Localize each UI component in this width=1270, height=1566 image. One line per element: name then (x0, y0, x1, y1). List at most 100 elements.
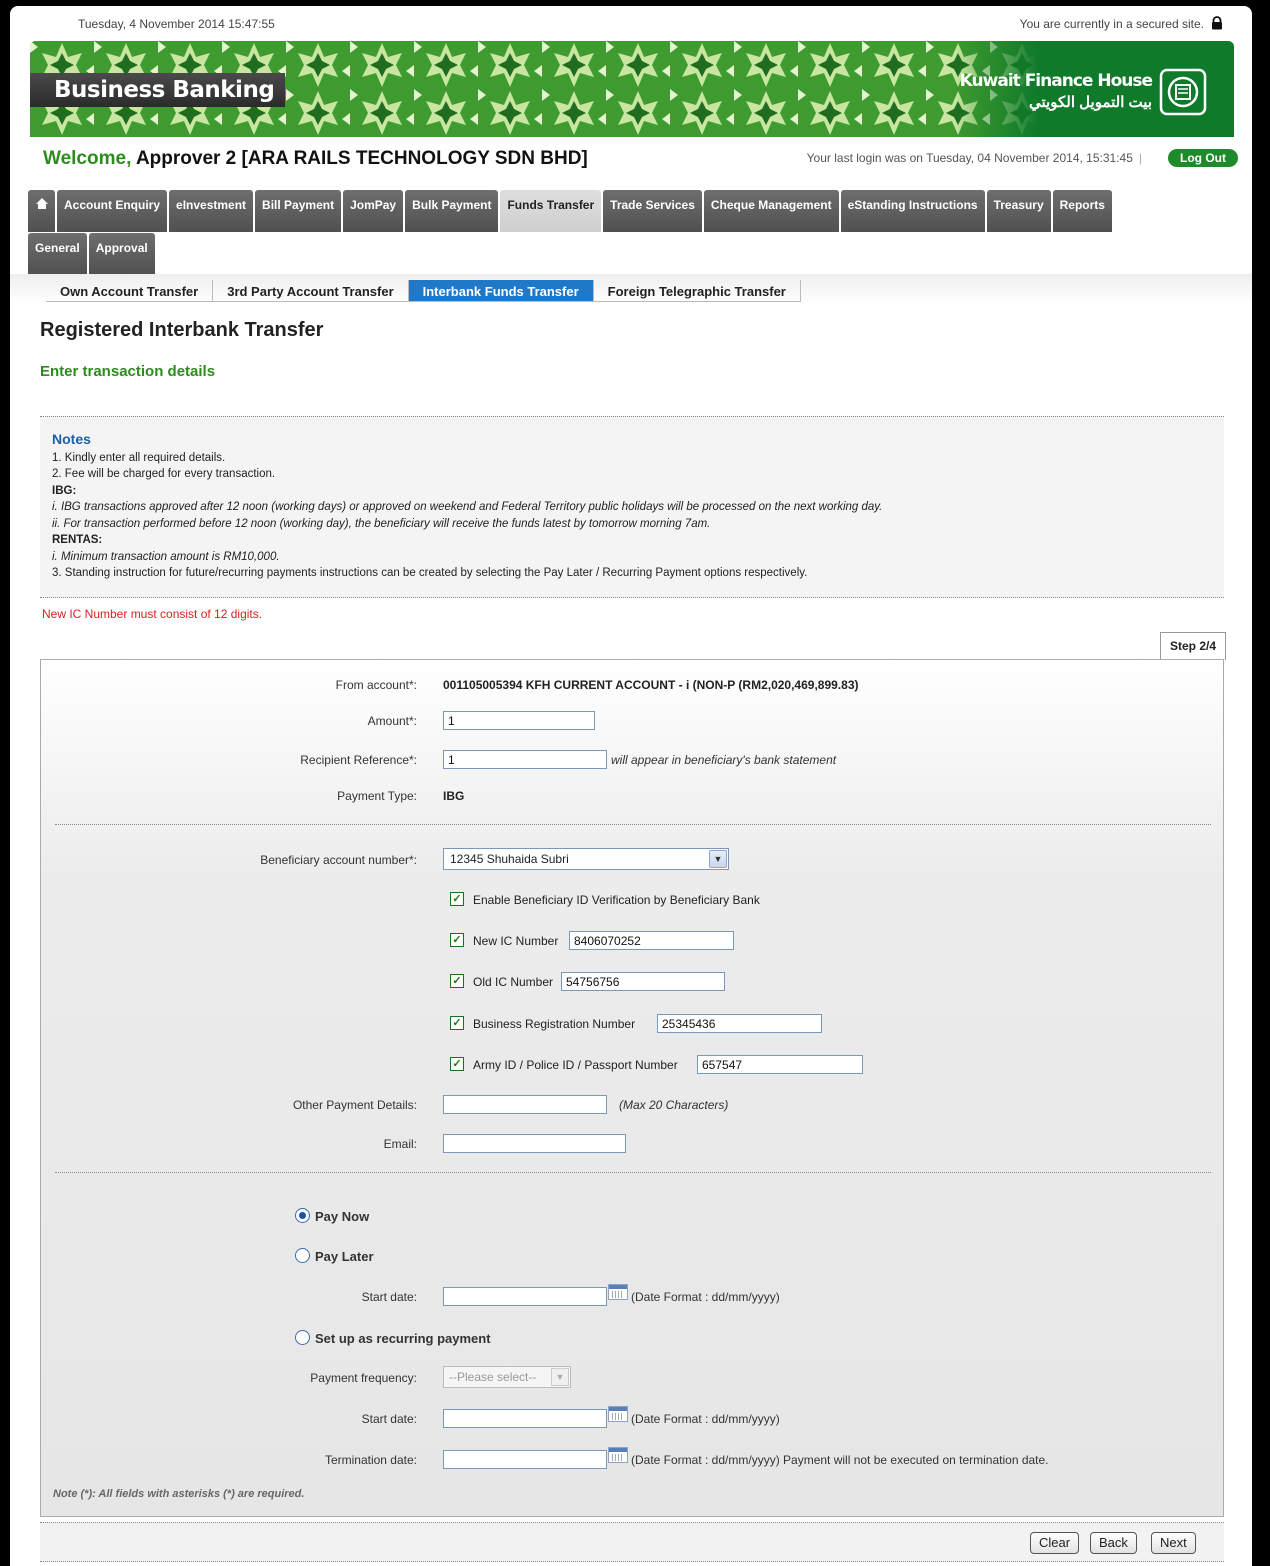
payment-type-value: IBG (443, 789, 465, 803)
error-message: New IC Number must consist of 12 digits. (42, 607, 263, 621)
lock-icon (1212, 16, 1222, 30)
other-details-label: Other Payment Details: (292, 1098, 417, 1112)
tab-jompay[interactable]: JomPay (343, 190, 404, 232)
pay-later-radio[interactable] (295, 1248, 310, 1263)
from-account-label: From account*: (335, 678, 417, 692)
clear-button[interactable]: Clear (1030, 1532, 1080, 1554)
recurring-payment-label: Set up as recurring payment (315, 1331, 491, 1346)
tab-treasury[interactable]: Treasury (986, 190, 1051, 232)
other-details-input[interactable] (443, 1095, 607, 1114)
kfh-emblem-icon (1159, 68, 1207, 116)
tab-reports[interactable]: Reports (1052, 190, 1112, 232)
transfer-form: From account*: 001105005394 KFH CURRENT … (40, 659, 1224, 1517)
subtab-foreign-telegraphic-transfer[interactable]: Foreign Telegraphic Transfer (594, 280, 801, 301)
calendar-icon[interactable] (608, 1406, 628, 1422)
new-ic-label: New IC Number (473, 934, 559, 948)
section-divider (55, 824, 1211, 825)
subtab-third-party-transfer[interactable]: 3rd Party Account Transfer (213, 280, 409, 301)
page: Tuesday, 4 November 2014 15:47:55 You ar… (10, 6, 1252, 1566)
notes-panel: Notes 1. Kindly enter all required detai… (40, 416, 1224, 598)
brn-checkbox[interactable]: ✓ (450, 1016, 464, 1030)
amount-input[interactable] (443, 711, 595, 730)
note-line-1: 1. Kindly enter all required details. (52, 451, 226, 464)
note-ibg-1: i. IBG transactions approved after 12 no… (52, 501, 883, 513)
tab-estanding-instructions[interactable]: eStanding Instructions (840, 190, 985, 232)
brn-input[interactable] (657, 1014, 822, 1033)
old-ic-label: Old IC Number (473, 975, 554, 989)
subtab-interbank-transfer[interactable]: Interbank Funds Transfer (408, 280, 594, 301)
chevron-down-icon: ▼ (709, 850, 727, 868)
tab-trade-services[interactable]: Trade Services (603, 190, 702, 232)
recurring-payment-radio[interactable] (295, 1330, 310, 1345)
beneficiary-account-select[interactable]: 12345 Shuhaida Subri ▼ (443, 848, 729, 870)
bank-name-ar: بيت التمويل الكويتي (1029, 94, 1152, 111)
start-date-input[interactable] (443, 1287, 607, 1306)
pay-now-radio[interactable] (295, 1208, 310, 1223)
payment-frequency-select[interactable]: --Please select-- ▼ (443, 1366, 571, 1388)
bank-name-en: Kuwait Finance House (959, 71, 1153, 91)
old-ic-input[interactable] (561, 972, 725, 991)
chevron-down-icon: ▼ (551, 1368, 569, 1386)
form-actions: Clear Back Next (40, 1522, 1224, 1562)
tab-cheque-management[interactable]: Cheque Management (703, 190, 839, 232)
email-input[interactable] (443, 1134, 626, 1153)
beneficiary-account-value: 12345 Shuhaida Subri (450, 852, 569, 866)
back-button[interactable]: Back (1090, 1532, 1137, 1554)
brn-label: Business Registration Number (473, 1017, 636, 1031)
tab-general[interactable]: General (28, 233, 87, 275)
pay-later-label: Pay Later (315, 1249, 374, 1264)
notes-heading: Notes (52, 431, 91, 447)
subtab-own-account-transfer[interactable]: Own Account Transfer (46, 280, 214, 301)
note-rentas-1: i. Minimum transaction amount is RM10,00… (52, 550, 280, 563)
user-name: Approver 2 [ARA RAILS TECHNOLOGY SDN BHD… (135, 148, 588, 169)
current-datetime: Tuesday, 4 November 2014 15:47:55 (78, 17, 275, 31)
termination-date-label: Termination date: (324, 1453, 417, 1467)
payment-type-label: Payment Type: (337, 789, 417, 803)
army-id-input[interactable] (697, 1055, 863, 1074)
tab-einvestment[interactable]: eInvestment (169, 190, 254, 232)
verify-beneficiary-checkbox[interactable]: ✓ (450, 892, 464, 906)
tab-approval[interactable]: Approval (88, 233, 155, 275)
note-rentas-heading: RENTAS: (52, 534, 103, 546)
payment-frequency-value: --Please select-- (449, 1370, 537, 1384)
new-ic-checkbox[interactable]: ✓ (450, 933, 464, 947)
new-ic-input[interactable] (569, 931, 734, 950)
date-format-hint: (Date Format : dd/mm/yyyy) (631, 1290, 780, 1304)
home-tab[interactable] (28, 190, 55, 232)
army-id-checkbox[interactable]: ✓ (450, 1057, 464, 1071)
recipient-reference-input[interactable] (443, 750, 607, 769)
old-ic-checkbox[interactable]: ✓ (450, 974, 464, 988)
from-account-value: 001105005394 KFH CURRENT ACCOUNT - i (NO… (443, 678, 859, 692)
note-ibg-heading: IBG: (52, 484, 77, 497)
sub-navigation: Own Account Transfer 3rd Party Account T… (46, 280, 801, 302)
nav-tab-row: Account Enquiry eInvestment Bill Payment… (28, 190, 1238, 232)
tab-account-enquiry[interactable]: Account Enquiry (57, 190, 168, 232)
termination-date-input[interactable] (443, 1450, 607, 1469)
nav-tab-row-2: General Approval (28, 233, 1238, 275)
logout-button[interactable]: Log Out (1168, 149, 1238, 167)
tab-funds-transfer[interactable]: Funds Transfer (500, 190, 602, 232)
note-line-2: 2. Fee will be charged for every transac… (52, 468, 276, 480)
pay-now-label: Pay Now (315, 1209, 370, 1224)
main-navigation: Account Enquiry eInvestment Bill Payment… (28, 190, 1238, 275)
tab-bulk-payment[interactable]: Bulk Payment (405, 190, 499, 232)
recipient-reference-label: Recipient Reference*: (300, 753, 417, 767)
recipient-reference-hint: will appear in beneficiary's bank statem… (611, 753, 837, 767)
other-details-hint: (Max 20 Characters) (619, 1098, 729, 1112)
date-format-hint-2: (Date Format : dd/mm/yyyy) (631, 1412, 780, 1426)
page-subtitle: Enter transaction details (40, 363, 216, 380)
home-icon (35, 198, 48, 209)
termination-date-hint: (Date Format : dd/mm/yyyy) Payment will … (631, 1453, 1049, 1467)
recurring-start-date-input[interactable] (443, 1409, 607, 1428)
tab-bill-payment[interactable]: Bill Payment (255, 190, 342, 232)
welcome-message: Welcome, Approver 2 [ARA RAILS TECHNOLOG… (43, 148, 588, 170)
next-button[interactable]: Next (1151, 1532, 1196, 1554)
note-line-3: 3. Standing instruction for future/recur… (52, 567, 808, 579)
calendar-icon[interactable] (608, 1284, 628, 1300)
secure-site-text: You are currently in a secured site. (1019, 17, 1204, 31)
last-login-text: Your last login was on Tuesday, 04 Novem… (806, 151, 1133, 165)
calendar-icon[interactable] (608, 1447, 628, 1463)
beneficiary-account-label: Beneficiary account number*: (260, 853, 417, 867)
step-indicator: Step 2/4 (1160, 632, 1226, 660)
payment-frequency-label: Payment frequency: (310, 1371, 417, 1385)
